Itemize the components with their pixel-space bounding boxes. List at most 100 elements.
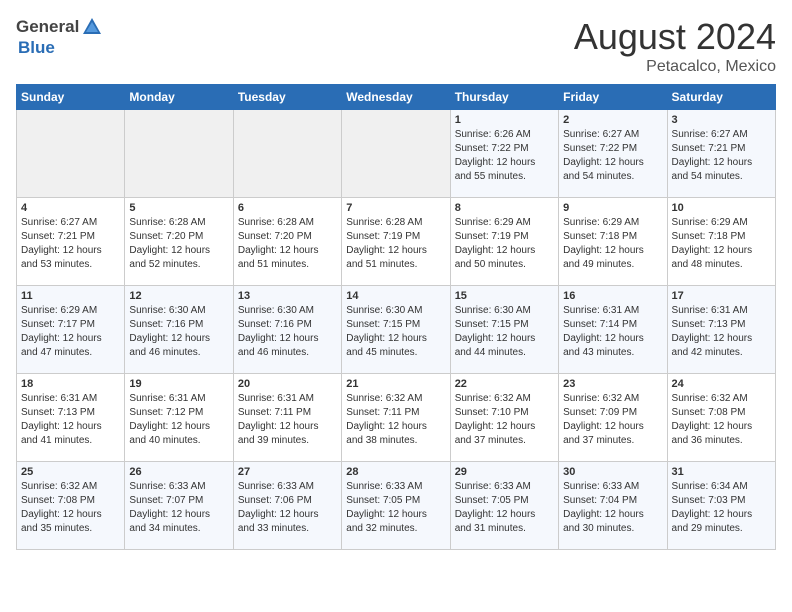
calendar-cell: 14 Sunrise: 6:30 AMSunset: 7:15 PMDayligh… [342, 286, 450, 374]
day-info: Sunrise: 6:31 AMSunset: 7:11 PMDaylight:… [238, 392, 337, 448]
day-info: Sunrise: 6:33 AMSunset: 7:05 PMDaylight:… [346, 480, 445, 536]
day-info: Sunrise: 6:32 AMSunset: 7:09 PMDaylight:… [563, 392, 662, 448]
day-info: Sunrise: 6:28 AMSunset: 7:20 PMDaylight:… [129, 216, 228, 272]
day-info: Sunrise: 6:27 AMSunset: 7:22 PMDaylight:… [563, 128, 662, 184]
calendar-cell: 28 Sunrise: 6:33 AMSunset: 7:05 PMDayligh… [342, 462, 450, 550]
calendar-cell [17, 110, 125, 198]
calendar-table: SundayMondayTuesdayWednesdayThursdayFrid… [16, 84, 776, 550]
day-info: Sunrise: 6:28 AMSunset: 7:19 PMDaylight:… [346, 216, 445, 272]
weekday-header-sunday: Sunday [17, 85, 125, 110]
day-info: Sunrise: 6:34 AMSunset: 7:03 PMDaylight:… [672, 480, 771, 536]
day-number: 9 [563, 202, 662, 214]
calendar-cell: 11 Sunrise: 6:29 AMSunset: 7:17 PMDayligh… [17, 286, 125, 374]
day-number: 28 [346, 466, 445, 478]
day-number: 12 [129, 290, 228, 302]
day-number: 5 [129, 202, 228, 214]
weekday-header-row: SundayMondayTuesdayWednesdayThursdayFrid… [17, 85, 776, 110]
day-number: 3 [672, 114, 771, 126]
day-number: 13 [238, 290, 337, 302]
day-number: 21 [346, 378, 445, 390]
day-number: 18 [21, 378, 120, 390]
day-number: 24 [672, 378, 771, 390]
day-info: Sunrise: 6:30 AMSunset: 7:16 PMDaylight:… [238, 304, 337, 360]
day-info: Sunrise: 6:33 AMSunset: 7:07 PMDaylight:… [129, 480, 228, 536]
day-number: 27 [238, 466, 337, 478]
day-info: Sunrise: 6:27 AMSunset: 7:21 PMDaylight:… [672, 128, 771, 184]
calendar-cell: 13 Sunrise: 6:30 AMSunset: 7:16 PMDayligh… [233, 286, 341, 374]
calendar-cell: 4 Sunrise: 6:27 AMSunset: 7:21 PMDaylight… [17, 198, 125, 286]
logo-text-general: General [16, 17, 79, 37]
day-number: 22 [455, 378, 554, 390]
calendar-week-3: 11 Sunrise: 6:29 AMSunset: 7:17 PMDayligh… [17, 286, 776, 374]
calendar-week-2: 4 Sunrise: 6:27 AMSunset: 7:21 PMDaylight… [17, 198, 776, 286]
day-number: 16 [563, 290, 662, 302]
day-number: 17 [672, 290, 771, 302]
day-info: Sunrise: 6:29 AMSunset: 7:19 PMDaylight:… [455, 216, 554, 272]
calendar-cell: 1 Sunrise: 6:26 AMSunset: 7:22 PMDaylight… [450, 110, 558, 198]
calendar-cell: 7 Sunrise: 6:28 AMSunset: 7:19 PMDaylight… [342, 198, 450, 286]
month-title: August 2024 [574, 16, 776, 58]
day-info: Sunrise: 6:31 AMSunset: 7:13 PMDaylight:… [672, 304, 771, 360]
day-info: Sunrise: 6:30 AMSunset: 7:15 PMDaylight:… [346, 304, 445, 360]
calendar-cell: 31 Sunrise: 6:34 AMSunset: 7:03 PMDayligh… [667, 462, 775, 550]
logo-text-blue: Blue [18, 38, 55, 57]
day-number: 19 [129, 378, 228, 390]
calendar-cell: 9Sunrise: 6:29 AMSunset: 7:18 PMDaylight… [559, 198, 667, 286]
day-info: Sunrise: 6:29 AMSunset: 7:18 PMDaylight:… [672, 216, 771, 272]
day-info: Sunrise: 6:31 AMSunset: 7:13 PMDaylight:… [21, 392, 120, 448]
calendar-cell: 6Sunrise: 6:28 AMSunset: 7:20 PMDaylight… [233, 198, 341, 286]
calendar-cell: 25 Sunrise: 6:32 AMSunset: 7:08 PMDayligh… [17, 462, 125, 550]
day-info: Sunrise: 6:29 AMSunset: 7:17 PMDaylight:… [21, 304, 120, 360]
day-number: 10 [672, 202, 771, 214]
calendar-cell [125, 110, 233, 198]
day-info: Sunrise: 6:33 AMSunset: 7:04 PMDaylight:… [563, 480, 662, 536]
weekday-header-friday: Friday [559, 85, 667, 110]
weekday-header-monday: Monday [125, 85, 233, 110]
day-info: Sunrise: 6:26 AMSunset: 7:22 PMDaylight:… [455, 128, 554, 184]
day-number: 25 [21, 466, 120, 478]
day-info: Sunrise: 6:32 AMSunset: 7:08 PMDaylight:… [21, 480, 120, 536]
day-info: Sunrise: 6:27 AMSunset: 7:21 PMDaylight:… [21, 216, 120, 272]
calendar-cell [342, 110, 450, 198]
calendar-cell: 24 Sunrise: 6:32 AMSunset: 7:08 PMDayligh… [667, 374, 775, 462]
day-number: 7 [346, 202, 445, 214]
day-info: Sunrise: 6:33 AMSunset: 7:06 PMDaylight:… [238, 480, 337, 536]
calendar-cell: 17 Sunrise: 6:31 AMSunset: 7:13 PMDayligh… [667, 286, 775, 374]
calendar-cell: 15Sunrise: 6:30 AMSunset: 7:15 PMDayligh… [450, 286, 558, 374]
weekday-header-tuesday: Tuesday [233, 85, 341, 110]
calendar-cell: 5 Sunrise: 6:28 AMSunset: 7:20 PMDaylight… [125, 198, 233, 286]
calendar-cell: 12Sunrise: 6:30 AMSunset: 7:16 PMDayligh… [125, 286, 233, 374]
day-info: Sunrise: 6:32 AMSunset: 7:08 PMDaylight:… [672, 392, 771, 448]
page-header: General Blue August 2024 Petacalco, Mexi… [16, 16, 776, 76]
calendar-cell: 27 Sunrise: 6:33 AMSunset: 7:06 PMDayligh… [233, 462, 341, 550]
logo: General Blue [16, 16, 103, 58]
day-number: 14 [346, 290, 445, 302]
logo-icon [81, 16, 103, 38]
calendar-cell: 10 Sunrise: 6:29 AMSunset: 7:18 PMDayligh… [667, 198, 775, 286]
title-block: August 2024 Petacalco, Mexico [574, 16, 776, 76]
day-number: 11 [21, 290, 120, 302]
weekday-header-wednesday: Wednesday [342, 85, 450, 110]
day-number: 8 [455, 202, 554, 214]
calendar-cell: 29 Sunrise: 6:33 AMSunset: 7:05 PMDayligh… [450, 462, 558, 550]
day-info: Sunrise: 6:32 AMSunset: 7:11 PMDaylight:… [346, 392, 445, 448]
calendar-week-4: 18 Sunrise: 6:31 AMSunset: 7:13 PMDayligh… [17, 374, 776, 462]
day-info: Sunrise: 6:30 AMSunset: 7:15 PMDaylight:… [455, 304, 554, 360]
day-number: 31 [672, 466, 771, 478]
day-number: 1 [455, 114, 554, 126]
day-number: 20 [238, 378, 337, 390]
day-info: Sunrise: 6:33 AMSunset: 7:05 PMDaylight:… [455, 480, 554, 536]
day-info: Sunrise: 6:31 AMSunset: 7:14 PMDaylight:… [563, 304, 662, 360]
calendar-cell: 26 Sunrise: 6:33 AMSunset: 7:07 PMDayligh… [125, 462, 233, 550]
day-number: 2 [563, 114, 662, 126]
calendar-week-1: 1 Sunrise: 6:26 AMSunset: 7:22 PMDaylight… [17, 110, 776, 198]
calendar-cell [233, 110, 341, 198]
day-number: 29 [455, 466, 554, 478]
calendar-cell: 18 Sunrise: 6:31 AMSunset: 7:13 PMDayligh… [17, 374, 125, 462]
calendar-header: SundayMondayTuesdayWednesdayThursdayFrid… [17, 85, 776, 110]
day-number: 4 [21, 202, 120, 214]
day-number: 26 [129, 466, 228, 478]
calendar-cell: 8 Sunrise: 6:29 AMSunset: 7:19 PMDaylight… [450, 198, 558, 286]
calendar-cell: 2 Sunrise: 6:27 AMSunset: 7:22 PMDaylight… [559, 110, 667, 198]
calendar-cell: 23Sunrise: 6:32 AMSunset: 7:09 PMDayligh… [559, 374, 667, 462]
